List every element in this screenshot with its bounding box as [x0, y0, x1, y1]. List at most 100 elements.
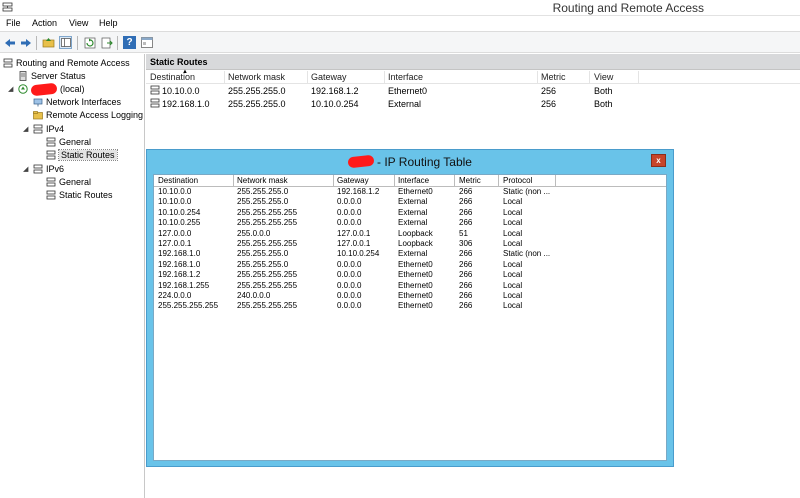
column-gateway[interactable]: Gateway — [311, 72, 347, 82]
table-row[interactable]: 10.10.0.0 255.255.255.0 192.168.1.2 Ethe… — [146, 84, 800, 97]
column-destination[interactable]: Destination — [150, 72, 195, 82]
tree-item-ipv6-general[interactable]: General — [46, 176, 91, 188]
column-divider[interactable] — [537, 71, 538, 83]
tree-item-server-status[interactable]: Server Status — [18, 70, 86, 82]
table-row[interactable]: 255.255.255.255 255.255.255.255 0.0.0.0 Eth… — [154, 301, 666, 311]
table-row[interactable]: 10.10.0.255 255.255.255.255 0.0.0.0 Externa… — [154, 218, 666, 228]
toolbar-separator — [117, 36, 118, 50]
pane-header: Static Routes — [146, 54, 800, 70]
tree-label: Routing and Remote Access — [16, 58, 130, 68]
tree-item-routing-root[interactable]: Routing and Remote Access — [3, 57, 130, 69]
table-row[interactable]: 127.0.0.0 255.0.0.0 127.0.0.1 Loopback 51 Loc… — [154, 229, 666, 239]
export-list-icon[interactable] — [100, 36, 113, 49]
up-folder-icon[interactable] — [42, 36, 55, 49]
column-divider[interactable] — [555, 175, 556, 187]
tree-label: General — [59, 177, 92, 187]
column-divider[interactable] — [307, 71, 308, 83]
toolbar: ? — [0, 31, 800, 53]
tree-item-ipv6[interactable]: IPv6 — [33, 163, 64, 175]
toolbar-separator — [77, 36, 78, 50]
tree-item-ipv4-general[interactable]: General — [46, 136, 91, 148]
column-divider[interactable] — [333, 175, 334, 187]
cell-network-mask: 255.255.255.0 — [228, 99, 286, 109]
cell-metric: 266 — [459, 207, 473, 217]
table-row[interactable]: 224.0.0.0 240.0.0.0 0.0.0.0 Ethernet0 266 Loc… — [154, 291, 666, 301]
cell-destination: 192.168.1.2 — [158, 270, 201, 280]
menu-file[interactable]: File — [6, 18, 21, 28]
column-divider[interactable] — [394, 175, 395, 187]
server-icon — [19, 71, 27, 81]
routing-icon — [33, 164, 43, 174]
column-network-mask[interactable]: Network mask — [228, 72, 285, 82]
menu-help[interactable]: Help — [99, 18, 118, 28]
column-divider[interactable] — [498, 175, 499, 187]
console-tree: Routing and Remote Access Server Status … — [0, 54, 145, 498]
collapse-icon[interactable]: ◢ — [8, 85, 13, 93]
cell-protocol: Static (non ... — [503, 249, 551, 259]
dialog-title-text: - IP Routing Table — [377, 155, 472, 169]
cell-destination: 10.10.0.255 — [158, 218, 201, 228]
column-divider[interactable] — [638, 71, 639, 83]
cell-metric: 266 — [459, 187, 473, 196]
back-arrow-icon[interactable] — [3, 36, 16, 49]
forward-arrow-icon[interactable] — [19, 36, 32, 49]
column-gateway[interactable]: Gateway — [337, 176, 369, 185]
tree-item-network-interfaces[interactable]: Network Interfaces — [33, 96, 121, 108]
table-row[interactable]: 10.10.0.0 255.255.255.0 0.0.0.0 External 266… — [154, 197, 666, 207]
cell-protocol: Local — [503, 290, 523, 300]
close-button[interactable]: x — [651, 154, 666, 167]
tree-item-ipv4[interactable]: IPv4 — [33, 123, 64, 135]
cell-interface: Ethernet0 — [398, 187, 433, 196]
column-network-mask[interactable]: Network mask — [237, 176, 288, 185]
refresh-icon[interactable] — [83, 36, 96, 49]
tree-item-ipv6-static-routes[interactable]: Static Routes — [46, 189, 113, 201]
table-row[interactable]: 127.0.0.1 255.255.255.255 127.0.0.1 Loopbac… — [154, 239, 666, 249]
cell-network-mask: 255.255.255.0 — [237, 249, 289, 259]
column-view[interactable]: View — [594, 72, 613, 82]
column-divider[interactable] — [224, 71, 225, 83]
column-metric[interactable]: Metric — [541, 72, 566, 82]
route-icon — [150, 85, 160, 95]
cell-interface: Ethernet0 — [398, 259, 433, 269]
ip-routing-table-dialog: - IP Routing Table x Destination Network… — [146, 149, 674, 467]
menu-view[interactable]: View — [69, 18, 88, 28]
collapse-icon[interactable]: ◢ — [23, 125, 28, 133]
column-metric[interactable]: Metric — [459, 176, 481, 185]
column-divider[interactable] — [454, 175, 455, 187]
menu-action[interactable]: Action — [32, 18, 57, 28]
column-interface[interactable]: Interface — [388, 72, 423, 82]
routing-icon — [46, 177, 56, 187]
column-destination[interactable]: Destination — [158, 176, 198, 185]
table-row[interactable]: 192.168.1.0 255.255.255.0 10.10.0.254 Exter… — [154, 249, 666, 259]
table-row[interactable]: 192.168.1.255 255.255.255.255 0.0.0.0 Ether… — [154, 281, 666, 291]
tree-item-remote-access-logging[interactable]: Remote Access Logging — [33, 109, 143, 121]
table-row[interactable]: 192.168.1.0 255.255.255.0 10.10.0.254 Ex… — [146, 97, 800, 110]
table-row[interactable]: 10.10.0.0 255.255.255.0 192.168.1.2 Etherne… — [154, 187, 666, 197]
cell-metric: 266 — [459, 259, 473, 269]
column-protocol[interactable]: Protocol — [503, 176, 532, 185]
cell-network-mask: 255.255.255.0 — [237, 197, 289, 207]
tree-label: Network Interfaces — [46, 97, 122, 107]
column-divider[interactable] — [233, 175, 234, 187]
cell-network-mask: 255.255.255.0 — [237, 187, 289, 196]
column-divider[interactable] — [589, 71, 590, 83]
column-divider[interactable] — [384, 71, 385, 83]
collapse-icon[interactable]: ◢ — [23, 165, 28, 173]
table-row[interactable]: 192.168.1.0 255.255.255.0 0.0.0.0 Ethernet0… — [154, 260, 666, 270]
table-row[interactable]: 192.168.1.2 255.255.255.255 0.0.0.0 Etherne… — [154, 270, 666, 280]
tree-item-server-local[interactable]: (local) — [18, 82, 85, 96]
window-title: Routing and Remote Access — [552, 1, 704, 15]
tree-item-ipv4-static-routes[interactable]: Static Routes — [46, 149, 118, 161]
redacted-server-name — [347, 154, 375, 169]
show-hide-tree-icon[interactable] — [59, 36, 72, 49]
column-interface[interactable]: Interface — [398, 176, 429, 185]
properties-icon[interactable] — [140, 36, 153, 49]
cell-gateway: 127.0.0.1 — [337, 228, 371, 238]
table-row[interactable]: 10.10.0.254 255.255.255.255 0.0.0.0 Externa… — [154, 208, 666, 218]
cell-gateway: 10.10.0.254 — [337, 249, 380, 259]
cell-gateway: 0.0.0.0 — [337, 218, 362, 228]
help-icon[interactable]: ? — [123, 36, 136, 49]
cell-interface: External — [398, 207, 428, 217]
routing-table-rows: 10.10.0.0 255.255.255.0 192.168.1.2 Etherne… — [154, 187, 666, 312]
cell-network-mask: 255.0.0.0 — [237, 228, 271, 238]
